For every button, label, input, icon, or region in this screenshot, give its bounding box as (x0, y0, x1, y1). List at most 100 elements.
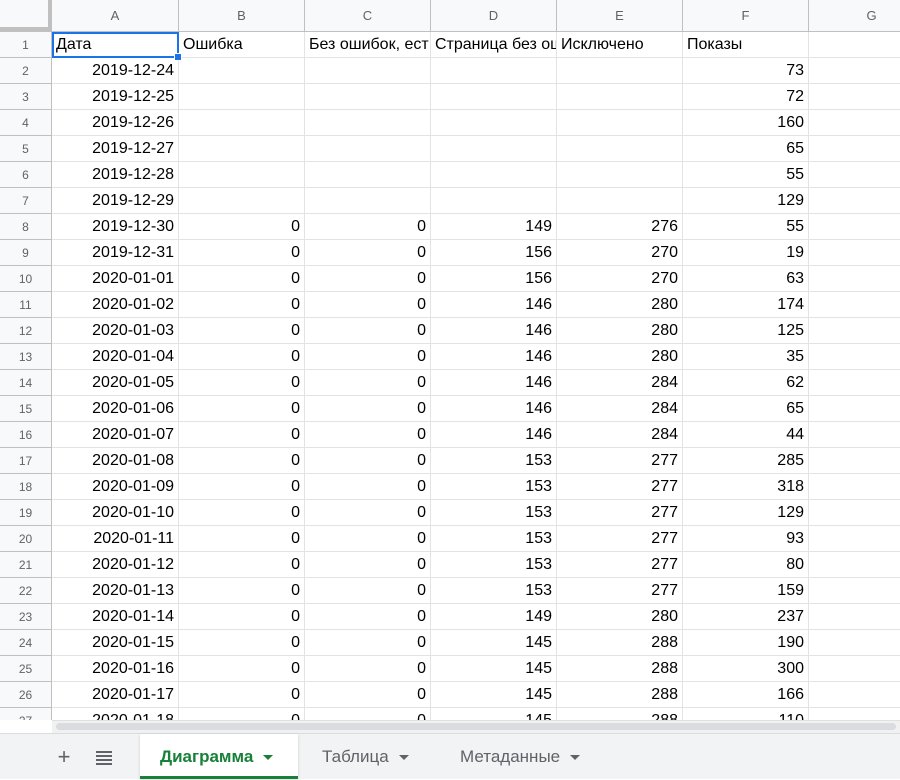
sheet-list-icon[interactable] (86, 734, 122, 780)
cell-e15[interactable]: 284 (557, 396, 683, 422)
cell-g20[interactable] (809, 526, 900, 552)
column-header-a[interactable]: A (52, 0, 179, 31)
cell-c7[interactable] (305, 188, 431, 214)
cell-d13[interactable]: 146 (431, 344, 557, 370)
cell-g10[interactable] (809, 266, 900, 292)
cell-c24[interactable]: 0 (305, 630, 431, 656)
cell-b20[interactable]: 0 (179, 526, 305, 552)
tab-table[interactable]: Таблица (302, 734, 430, 779)
cell-b13[interactable]: 0 (179, 344, 305, 370)
tab-metadata[interactable]: Метаданные (440, 734, 600, 779)
cell-e20[interactable]: 277 (557, 526, 683, 552)
cell-g25[interactable] (809, 656, 900, 682)
cell-b19[interactable]: 0 (179, 500, 305, 526)
cell-g19[interactable] (809, 500, 900, 526)
cell-a25[interactable]: 2020-01-16 (52, 656, 179, 682)
cell-g7[interactable] (809, 188, 900, 214)
cell-d6[interactable] (431, 162, 557, 188)
cell-b3[interactable] (179, 84, 305, 110)
fill-handle[interactable] (174, 53, 182, 61)
cell-d27[interactable]: 145 (431, 708, 557, 720)
row-header[interactable]: 8 (0, 214, 52, 240)
cell-f19[interactable]: 129 (683, 500, 809, 526)
cell-g1[interactable] (809, 32, 900, 58)
cell-f3[interactable]: 72 (683, 84, 809, 110)
cell-g2[interactable] (809, 58, 900, 84)
cell-g24[interactable] (809, 630, 900, 656)
row-header[interactable]: 23 (0, 604, 52, 630)
cell-b4[interactable] (179, 110, 305, 136)
cell-c23[interactable]: 0 (305, 604, 431, 630)
cell-b8[interactable]: 0 (179, 214, 305, 240)
cell-b6[interactable] (179, 162, 305, 188)
cell-e27[interactable]: 288 (557, 708, 683, 720)
row-header[interactable]: 22 (0, 578, 52, 604)
cell-c4[interactable] (305, 110, 431, 136)
cell-e18[interactable]: 277 (557, 474, 683, 500)
select-all-corner[interactable] (0, 0, 52, 31)
cell-g23[interactable] (809, 604, 900, 630)
cell-c11[interactable]: 0 (305, 292, 431, 318)
tab-diagram[interactable]: Диаграмма (140, 734, 298, 779)
cell-g4[interactable] (809, 110, 900, 136)
cell-c2[interactable] (305, 58, 431, 84)
cell-c21[interactable]: 0 (305, 552, 431, 578)
row-header[interactable]: 7 (0, 188, 52, 214)
cell-g16[interactable] (809, 422, 900, 448)
cell-b1[interactable]: Ошибка (179, 32, 305, 58)
cell-b7[interactable] (179, 188, 305, 214)
cell-d15[interactable]: 146 (431, 396, 557, 422)
cell-g21[interactable] (809, 552, 900, 578)
cell-f12[interactable]: 125 (683, 318, 809, 344)
cell-c6[interactable] (305, 162, 431, 188)
cell-b15[interactable]: 0 (179, 396, 305, 422)
cell-f13[interactable]: 35 (683, 344, 809, 370)
cell-c10[interactable]: 0 (305, 266, 431, 292)
cell-a24[interactable]: 2020-01-15 (52, 630, 179, 656)
cell-a6[interactable]: 2019-12-28 (52, 162, 179, 188)
chevron-down-icon[interactable] (570, 755, 581, 761)
cell-d19[interactable]: 153 (431, 500, 557, 526)
cell-f2[interactable]: 73 (683, 58, 809, 84)
cell-f21[interactable]: 80 (683, 552, 809, 578)
cell-a18[interactable]: 2020-01-09 (52, 474, 179, 500)
cell-e14[interactable]: 284 (557, 370, 683, 396)
cell-c18[interactable]: 0 (305, 474, 431, 500)
cell-b11[interactable]: 0 (179, 292, 305, 318)
cell-a7[interactable]: 2019-12-29 (52, 188, 179, 214)
cell-e4[interactable] (557, 110, 683, 136)
cell-a9[interactable]: 2019-12-31 (52, 240, 179, 266)
cell-b9[interactable]: 0 (179, 240, 305, 266)
cell-g11[interactable] (809, 292, 900, 318)
column-header-g[interactable]: G (809, 0, 900, 31)
cell-e24[interactable]: 288 (557, 630, 683, 656)
cell-f15[interactable]: 65 (683, 396, 809, 422)
row-header[interactable]: 18 (0, 474, 52, 500)
cell-a17[interactable]: 2020-01-08 (52, 448, 179, 474)
row-header[interactable]: 10 (0, 266, 52, 292)
row-header[interactable]: 16 (0, 422, 52, 448)
cell-d20[interactable]: 153 (431, 526, 557, 552)
cell-f7[interactable]: 129 (683, 188, 809, 214)
cell-c16[interactable]: 0 (305, 422, 431, 448)
cell-b25[interactable]: 0 (179, 656, 305, 682)
cell-c5[interactable] (305, 136, 431, 162)
cell-f27[interactable]: 110 (683, 708, 809, 720)
cell-a27[interactable]: 2020-01-18 (52, 708, 179, 720)
cell-e11[interactable]: 280 (557, 292, 683, 318)
cell-a2[interactable]: 2019-12-24 (52, 58, 179, 84)
row-header[interactable]: 24 (0, 630, 52, 656)
cell-a16[interactable]: 2020-01-07 (52, 422, 179, 448)
cell-e5[interactable] (557, 136, 683, 162)
row-header[interactable]: 20 (0, 526, 52, 552)
cell-f1[interactable]: Показы (683, 32, 809, 58)
cell-a10[interactable]: 2020-01-01 (52, 266, 179, 292)
cell-d10[interactable]: 156 (431, 266, 557, 292)
cell-g8[interactable] (809, 214, 900, 240)
cell-g18[interactable] (809, 474, 900, 500)
row-header[interactable]: 21 (0, 552, 52, 578)
cell-d2[interactable] (431, 58, 557, 84)
cell-c8[interactable]: 0 (305, 214, 431, 240)
row-header[interactable]: 13 (0, 344, 52, 370)
cell-c1[interactable]: Без ошибок, ест (305, 32, 431, 58)
